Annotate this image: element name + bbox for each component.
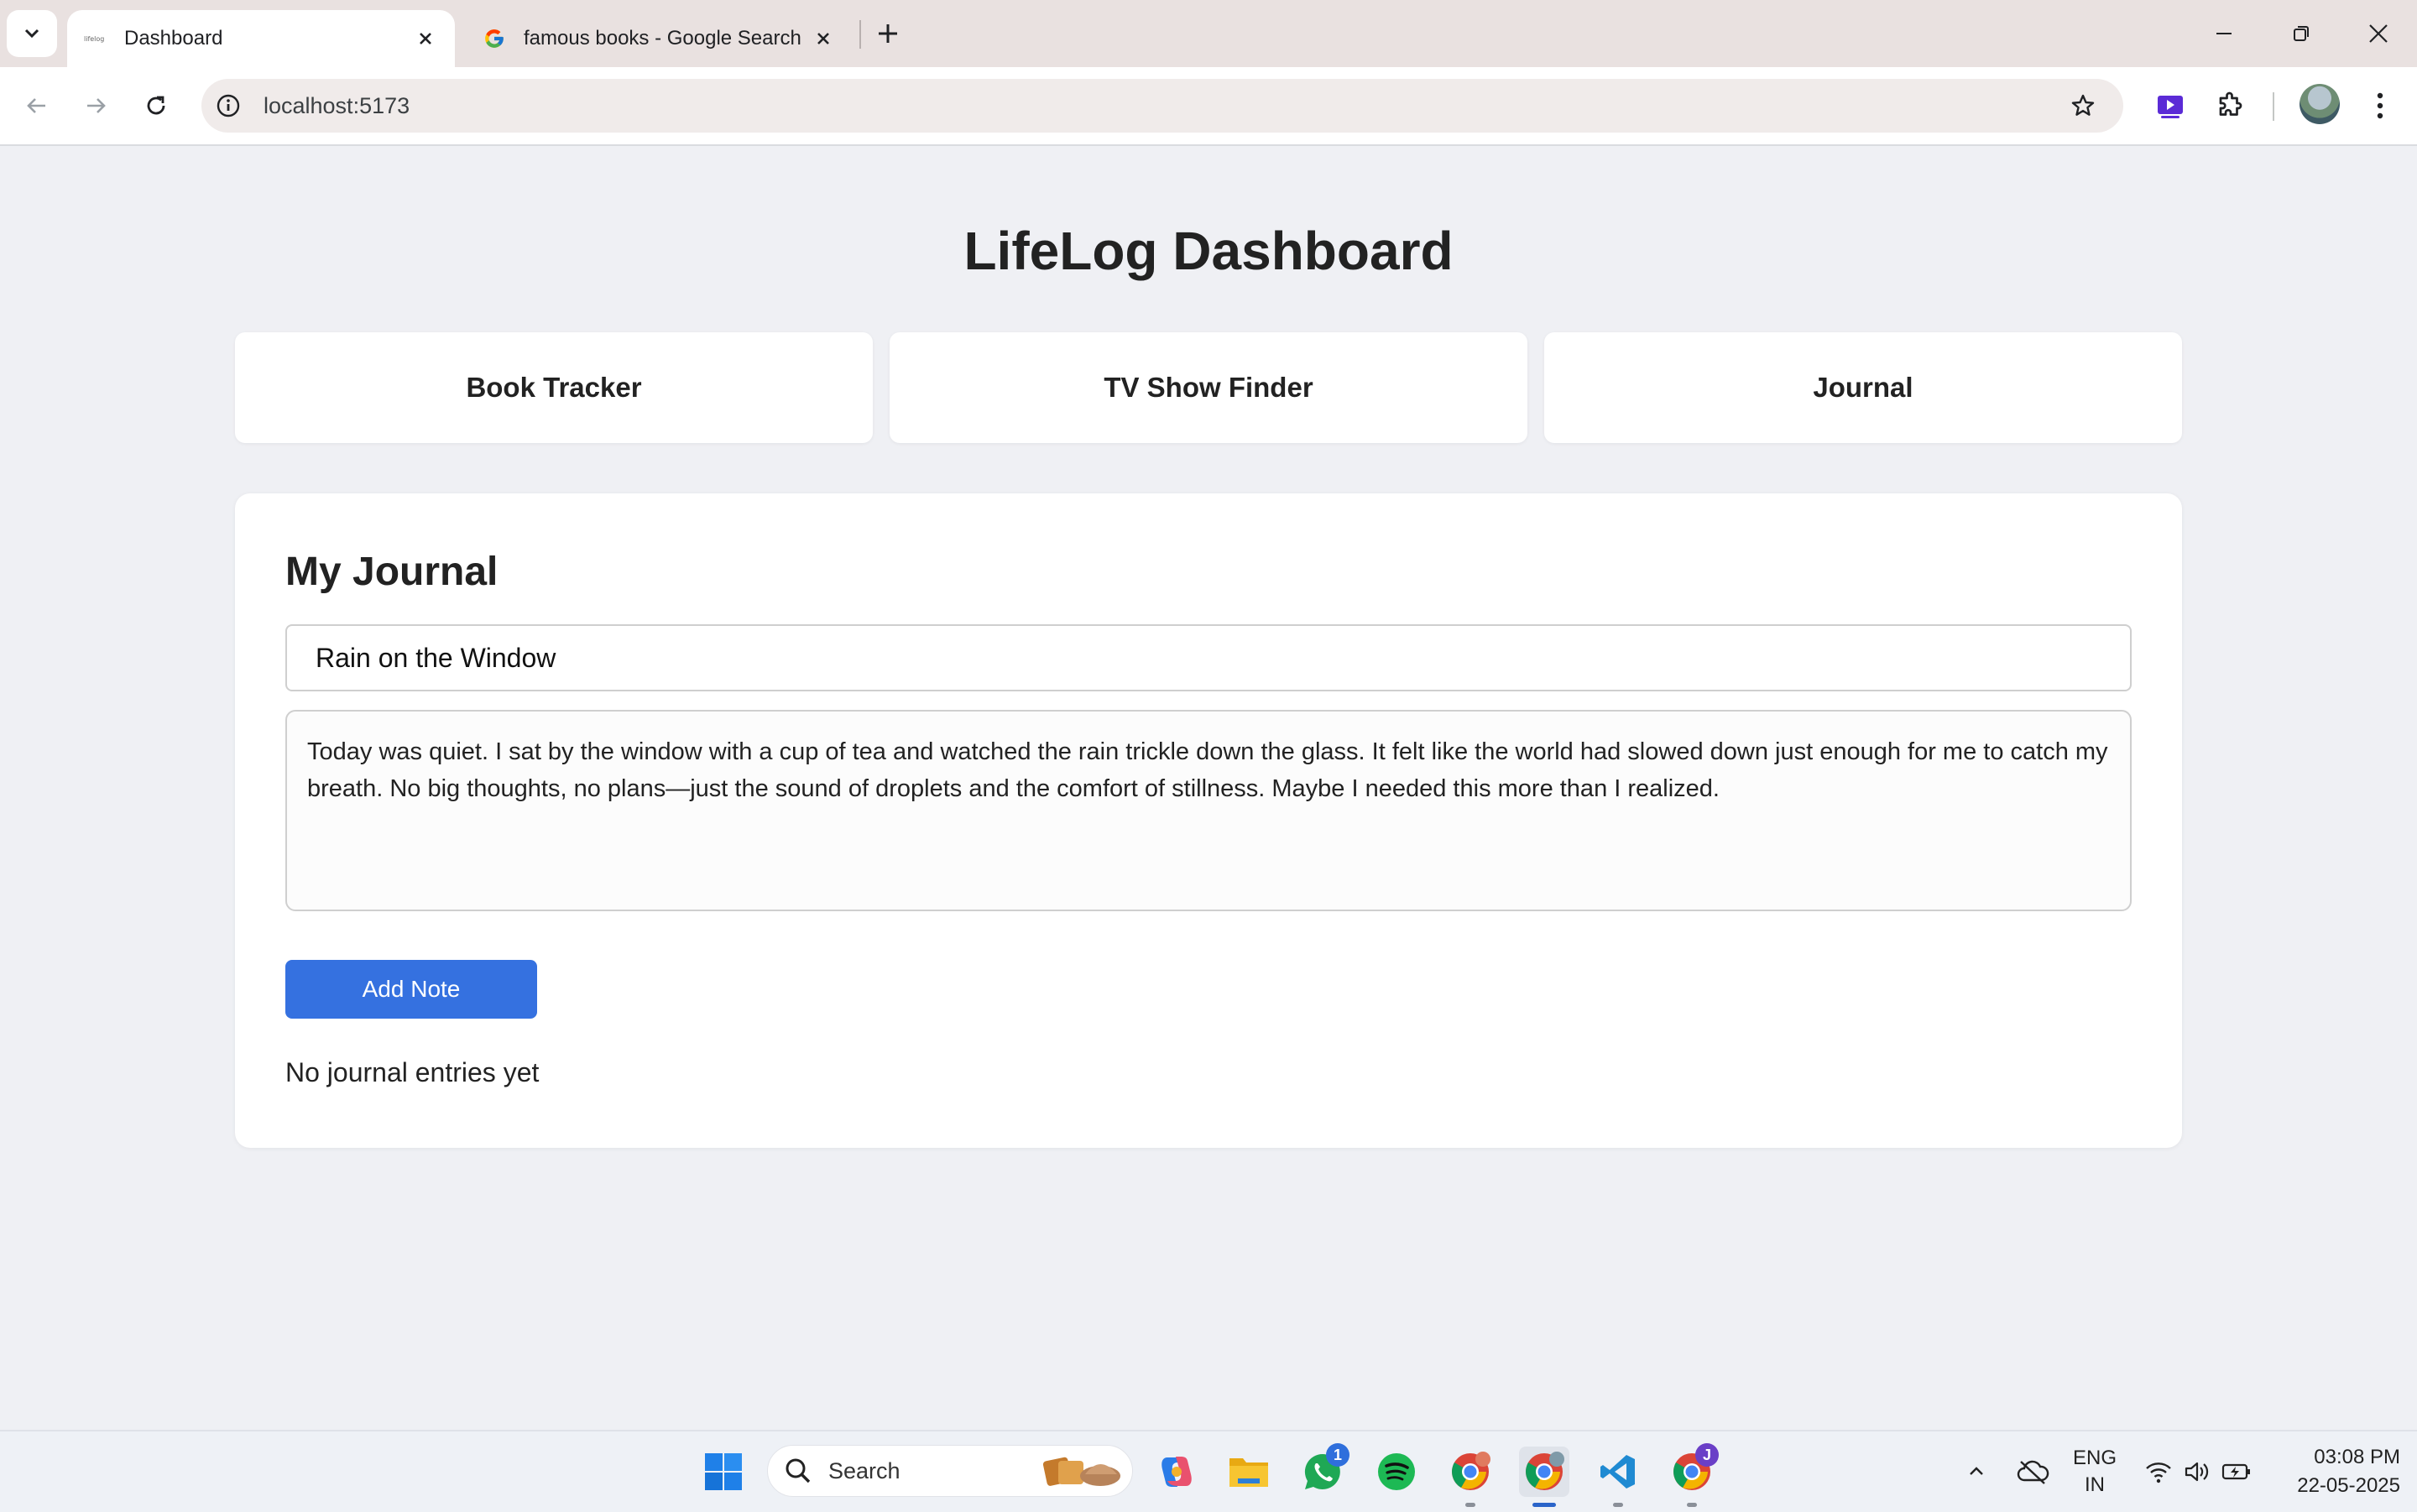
journal-heading: My Journal bbox=[285, 550, 499, 594]
active-indicator bbox=[1532, 1503, 1556, 1507]
minimize-icon bbox=[2216, 33, 2232, 34]
site-info-icon[interactable] bbox=[211, 89, 245, 123]
taskbar-search-box[interactable]: Search bbox=[767, 1445, 1133, 1497]
chevron-down-icon bbox=[24, 29, 39, 39]
restore-button[interactable] bbox=[2263, 0, 2340, 67]
search-highlight-books-icon bbox=[1042, 1457, 1120, 1486]
extension-screen-recorder-icon[interactable] bbox=[2148, 84, 2192, 128]
new-tab-button[interactable] bbox=[869, 15, 906, 52]
arrow-right-icon bbox=[87, 98, 106, 113]
journal-panel: My Journal Today was quiet. I sat by the… bbox=[235, 493, 2182, 1148]
nav-card-tv-show-finder[interactable]: TV Show Finder bbox=[890, 332, 1527, 443]
search-icon bbox=[786, 1458, 811, 1483]
toolbar-divider bbox=[2273, 92, 2274, 121]
clock-time: 03:08 PM bbox=[2314, 1446, 2400, 1468]
tab-search-button[interactable] bbox=[7, 10, 57, 57]
page-title: LifeLog Dashboard bbox=[963, 221, 1454, 281]
restore-icon bbox=[2294, 26, 2309, 41]
bookmark-star-icon[interactable] bbox=[2066, 89, 2100, 123]
tab-google-search[interactable]: famous books - Google Search bbox=[467, 10, 853, 67]
profile-badge: J bbox=[1695, 1443, 1719, 1467]
add-note-button[interactable]: Add Note bbox=[285, 960, 537, 1019]
chrome-profile-1-icon[interactable] bbox=[1445, 1447, 1496, 1507]
url-text: localhost:5173 bbox=[264, 92, 410, 118]
vscode-icon[interactable] bbox=[1593, 1447, 1643, 1507]
google-g-icon bbox=[483, 28, 505, 50]
profile-avatar[interactable] bbox=[2300, 84, 2340, 124]
tab-title: famous books - Google Search bbox=[524, 27, 801, 50]
nav-card-book-tracker[interactable]: Book Tracker bbox=[235, 332, 873, 443]
file-explorer-icon[interactable] bbox=[1224, 1447, 1274, 1497]
onedrive-offline-icon[interactable] bbox=[2011, 1431, 2054, 1512]
extensions-puzzle-icon[interactable] bbox=[2209, 84, 2253, 128]
running-indicator bbox=[1465, 1503, 1475, 1507]
windows-taskbar: Search 1 J ENG IN 03:08 PM 22-05-2025 bbox=[0, 1430, 2417, 1512]
chrome-profile-j-icon[interactable]: J bbox=[1667, 1443, 1719, 1507]
close-icon[interactable] bbox=[811, 26, 836, 51]
system-clock[interactable]: 03:08 PM 22-05-2025 bbox=[2266, 1443, 2400, 1500]
nav-card-journal[interactable]: Journal bbox=[1544, 332, 2182, 443]
journal-body-textarea[interactable]: Today was quiet. I sat by the window wit… bbox=[285, 710, 2132, 911]
forward-button[interactable] bbox=[74, 84, 117, 128]
empty-entries-message: No journal entries yet bbox=[285, 1057, 540, 1087]
journal-title-input[interactable] bbox=[285, 624, 2132, 691]
running-indicator bbox=[1613, 1503, 1623, 1507]
reload-icon bbox=[147, 96, 165, 115]
language-indicator[interactable]: ENG IN bbox=[2066, 1431, 2123, 1512]
taskbar-search-label: Search bbox=[828, 1457, 901, 1483]
more-vertical-icon bbox=[2377, 92, 2383, 119]
close-window-button[interactable] bbox=[2340, 0, 2417, 67]
language-region: IN bbox=[2084, 1473, 2105, 1496]
svg-text:lifelog: lifelog bbox=[84, 35, 104, 43]
wifi-icon[interactable] bbox=[2140, 1431, 2177, 1512]
reload-button[interactable] bbox=[134, 84, 178, 128]
chrome-active-icon[interactable] bbox=[1519, 1447, 1569, 1507]
browser-menu-button[interactable] bbox=[2358, 84, 2402, 128]
battery-charging-icon[interactable] bbox=[2217, 1431, 2256, 1512]
close-icon bbox=[2369, 24, 2388, 43]
lifelog-favicon: lifelog bbox=[84, 28, 106, 50]
whatsapp-icon[interactable]: 1 bbox=[1297, 1443, 1349, 1497]
close-icon[interactable] bbox=[413, 26, 438, 51]
minimize-button[interactable] bbox=[2185, 0, 2263, 67]
running-indicator bbox=[1687, 1503, 1697, 1507]
browser-toolbar: localhost:5173 bbox=[0, 67, 2417, 146]
language-code: ENG bbox=[2072, 1447, 2117, 1469]
plus-icon bbox=[879, 24, 897, 43]
notification-badge: 1 bbox=[1326, 1443, 1349, 1467]
back-button[interactable] bbox=[15, 84, 59, 128]
browser-tabstrip: lifelog Dashboard famous books - Google … bbox=[0, 0, 2417, 67]
address-bar[interactable]: localhost:5173 bbox=[201, 79, 2123, 133]
tab-dashboard[interactable]: lifelog Dashboard bbox=[67, 10, 455, 67]
volume-icon[interactable] bbox=[2179, 1431, 2216, 1512]
tab-divider bbox=[859, 20, 861, 49]
tray-overflow-chevron-icon[interactable] bbox=[1955, 1431, 1997, 1512]
spotify-icon[interactable] bbox=[1371, 1447, 1422, 1497]
arrow-left-icon bbox=[27, 98, 45, 113]
copilot-icon[interactable] bbox=[1151, 1447, 1202, 1497]
tab-title: Dashboard bbox=[124, 27, 223, 50]
clock-date: 22-05-2025 bbox=[2297, 1474, 2400, 1497]
windows-start-icon[interactable] bbox=[698, 1447, 749, 1497]
